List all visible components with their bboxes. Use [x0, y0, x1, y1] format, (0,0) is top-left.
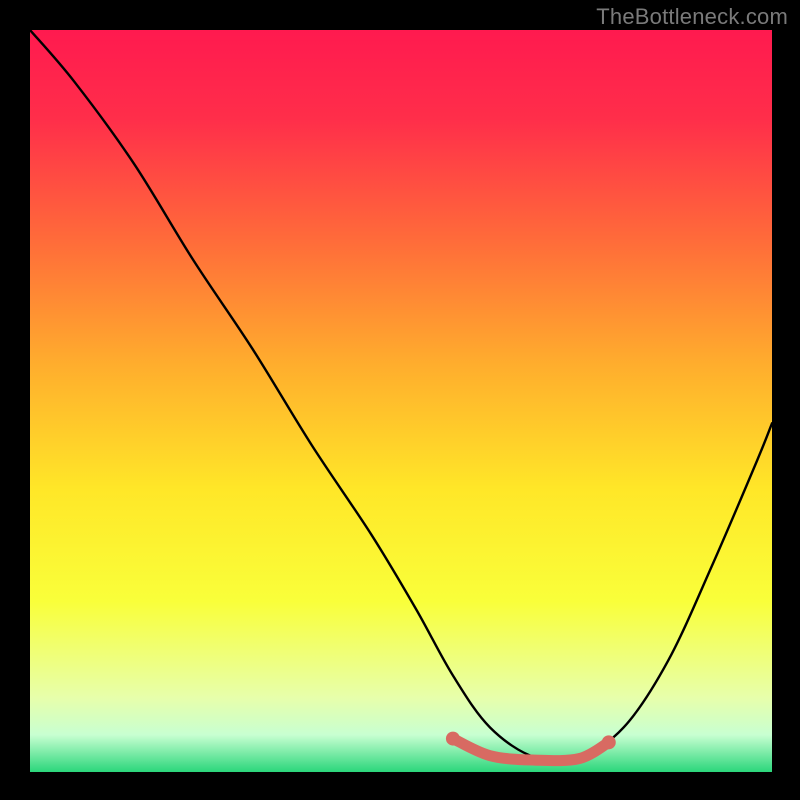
optimal-range-start-dot — [446, 732, 460, 746]
chart-frame: TheBottleneck.com — [0, 0, 800, 800]
plot-area — [30, 30, 772, 772]
chart-svg — [30, 30, 772, 772]
attribution-text: TheBottleneck.com — [596, 4, 788, 30]
optimal-range-end-dot — [602, 735, 616, 749]
gradient-background — [30, 30, 772, 772]
